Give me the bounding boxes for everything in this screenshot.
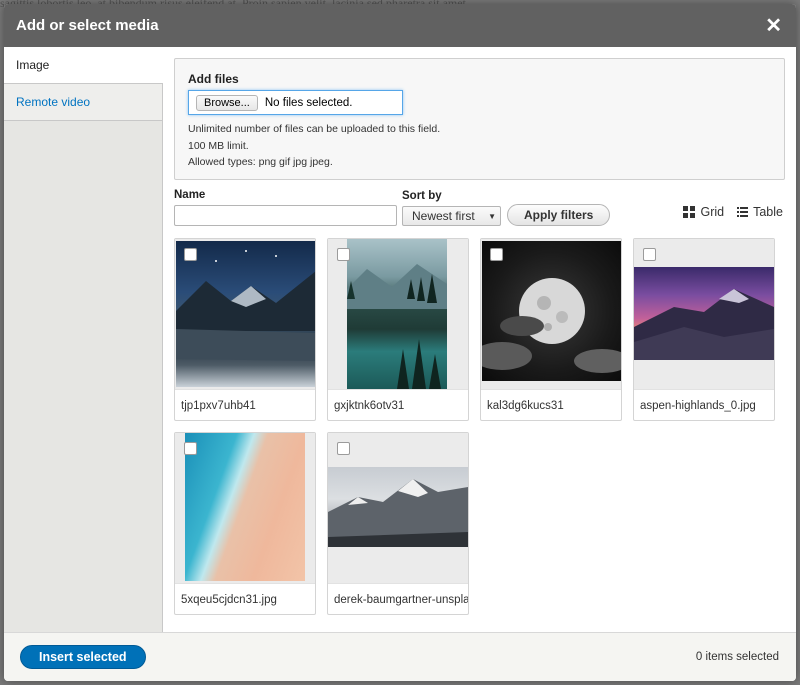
media-thumbnail — [175, 433, 315, 583]
media-thumbnail — [634, 239, 774, 389]
browse-button[interactable]: Browse... — [196, 94, 258, 111]
media-label: derek-baumgartner-unsplash.jpg — [328, 583, 468, 615]
aerial-beach-image — [185, 433, 305, 581]
file-input[interactable]: Browse... No files selected. — [188, 90, 403, 115]
dialog-title: Add or select media — [16, 17, 159, 34]
media-label: 5xqeu5cjdcn31.jpg — [175, 583, 315, 615]
table-icon — [737, 207, 749, 217]
media-item[interactable]: kal3dg6kucs31 — [480, 238, 622, 421]
name-label: Name — [174, 189, 206, 201]
help-size-limit: 100 MB limit. — [188, 139, 249, 152]
media-library: Add files Browse... No files selected. U… — [164, 47, 796, 632]
add-files-label: Add files — [188, 72, 239, 86]
tab-image[interactable]: Image — [4, 47, 163, 84]
name-filter: Name — [174, 189, 402, 226]
media-type-tabs: Image Remote video — [4, 47, 163, 632]
media-checkbox[interactable] — [337, 248, 350, 261]
name-input[interactable] — [174, 205, 397, 226]
sort-value: Newest first — [412, 209, 475, 223]
night-mountain-lake-image — [176, 241, 315, 387]
filter-bar: Name Sort by Newest first ▼ Apply filter… — [174, 189, 785, 226]
media-checkbox[interactable] — [337, 442, 350, 455]
add-files-fieldset: Add files Browse... No files selected. U… — [174, 58, 785, 180]
media-thumbnail — [481, 239, 621, 389]
chevron-down-icon: ▼ — [488, 211, 496, 221]
sort-label: Sort by — [402, 190, 442, 202]
view-switcher: Grid Table — [683, 205, 783, 219]
media-label: tjp1pxv7uhb41 — [175, 389, 315, 421]
media-item[interactable]: tjp1pxv7uhb41 — [174, 238, 316, 421]
aspen-highlands-image — [634, 267, 774, 360]
table-view-label: Table — [753, 205, 783, 219]
media-dialog: Add or select media ✕ Image Remote video… — [4, 4, 796, 681]
dialog-footer: Insert selected 0 items selected — [4, 632, 796, 681]
tab-remote-video[interactable]: Remote video — [4, 84, 162, 121]
snowy-mountains-image — [328, 467, 468, 547]
media-checkbox[interactable] — [184, 442, 197, 455]
media-thumbnail — [328, 433, 468, 583]
dialog-body: Image Remote video Add files Browse... N… — [4, 47, 796, 632]
media-label: kal3dg6kucs31 — [481, 389, 621, 421]
grid-view-label: Grid — [700, 205, 725, 219]
insert-selected-button[interactable]: Insert selected — [20, 645, 146, 669]
apply-filters-button[interactable]: Apply filters — [507, 204, 611, 226]
media-label: aspen-highlands_0.jpg — [634, 389, 774, 421]
media-thumbnail — [328, 239, 468, 389]
file-status: No files selected. — [264, 96, 353, 109]
sort-select[interactable]: Newest first ▼ — [402, 206, 501, 226]
full-moon-image — [482, 241, 621, 381]
media-item[interactable]: derek-baumgartner-unsplash.jpg — [327, 432, 469, 615]
media-checkbox[interactable] — [643, 248, 656, 261]
media-checkbox[interactable] — [184, 248, 197, 261]
media-thumbnail — [175, 239, 315, 389]
selected-count: 0 items selected — [695, 651, 779, 663]
grid-view-link[interactable]: Grid — [683, 205, 724, 219]
close-icon[interactable]: ✕ — [765, 16, 782, 36]
help-allowed-types: Allowed types: png gif jpg jpeg. — [188, 156, 333, 168]
sort-filter: Sort by Newest first ▼ — [402, 190, 501, 226]
media-item[interactable]: aspen-highlands_0.jpg — [633, 238, 775, 421]
media-label: gxjktnk6otv31 — [328, 389, 468, 421]
dialog-titlebar: Add or select media ✕ — [4, 4, 796, 47]
media-item[interactable]: gxjktnk6otv31 — [327, 238, 469, 421]
help-unlimited: Unlimited number of files can be uploade… — [188, 123, 441, 135]
media-item[interactable]: 5xqeu5cjdcn31.jpg — [174, 432, 316, 615]
forest-lake-image — [347, 239, 447, 389]
table-view-link[interactable]: Table — [737, 205, 783, 219]
grid-icon — [683, 206, 696, 218]
media-grid: tjp1pxv7uhb41 gxjktnk6otv31 kal3dg6kucs3… — [174, 238, 785, 615]
media-checkbox[interactable] — [490, 248, 503, 261]
